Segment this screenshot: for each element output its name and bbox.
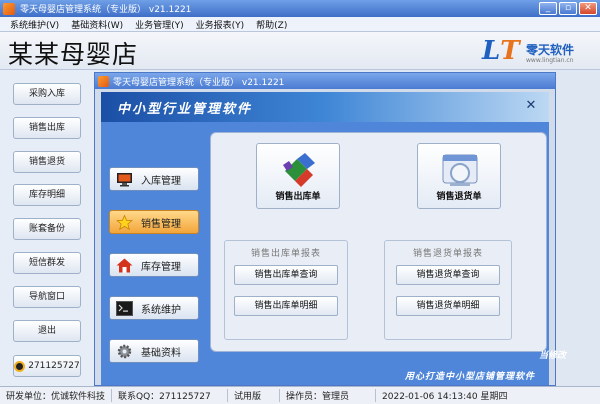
status-bar: 研发单位：优诚软件科技 联系QQ：271125727 试用版 操作员：管理员 2… — [0, 386, 600, 404]
sidebar-item-backup[interactable]: 账套备份 — [13, 218, 81, 240]
logo-brand: 零天软件 — [526, 43, 575, 57]
sales-return-order-label: 销售退货单 — [436, 192, 482, 202]
nav-inventory[interactable]: 库存管理 — [109, 253, 199, 277]
terminal-icon — [116, 300, 133, 316]
close-button[interactable]: ✕ — [579, 2, 597, 15]
qq-number: 271125727 — [28, 361, 80, 371]
house-icon — [116, 258, 133, 272]
minimize-button[interactable]: _ — [539, 2, 557, 15]
banner-slogan: 中小型行业管理软件 — [117, 102, 253, 117]
menu-bar: 系统维护(V) 基础资料(W) 业务管理(Y) 业务报表(Y) 帮助(Z) — [0, 17, 600, 32]
menu-item-reports[interactable]: 业务报表(Y) — [196, 18, 245, 31]
sales-order-query-button[interactable]: 销售出库单查询 — [234, 265, 338, 285]
title-bar: 零天母婴店管理系统（专业版） v21.1221 _ ▫ ✕ — [0, 0, 600, 17]
menu-item-system[interactable]: 系统维护(V) — [10, 18, 59, 31]
monitor-icon — [117, 172, 132, 186]
menu-item-basic-data[interactable]: 基础资料(W) — [71, 18, 123, 31]
gear-icon — [117, 344, 132, 358]
window-return-icon — [442, 154, 478, 186]
sidebar-item-nav-window[interactable]: 导航窗口 — [13, 286, 81, 308]
sidebar-item-sales-return[interactable]: 销售退货 — [13, 151, 81, 173]
sidebar-item-sms[interactable]: 短信群发 — [13, 252, 81, 274]
inner-title-bar: 零天母婴店管理系统（专业版） v21.1221 — [95, 73, 555, 89]
corner-text: 当修改 — [539, 351, 567, 361]
sales-order-label: 销售出库单 — [275, 192, 321, 202]
main-area: 入库管理 销售管理 库存管理 系统维护 基础资料 销售出库单 销售退货单 销售出… — [101, 122, 566, 385]
sales-order-detail-button[interactable]: 销售出库单明细 — [234, 296, 338, 316]
sidebar-item-sales-out[interactable]: 销售出库 — [13, 117, 81, 139]
sales-return-order-button[interactable]: 销售退货单 — [417, 143, 501, 209]
status-contact: 联系QQ：271125727 — [112, 389, 229, 402]
store-name: 某某母婴店 — [8, 40, 139, 69]
sidebar-item-exit[interactable]: 退出 — [13, 320, 81, 342]
navigation-window: 零天母婴店管理系统（专业版） v21.1221 中小型行业管理软件 ✕ 入库管理… — [94, 72, 566, 386]
app-icon — [3, 2, 15, 15]
menu-item-business[interactable]: 业务管理(Y) — [135, 18, 184, 31]
star-icon — [116, 214, 133, 230]
sales-return-report-group: 销售退货单报表 销售退货单查询 销售退货单明细 — [384, 240, 512, 340]
sales-order-report-title: 销售出库单报表 — [250, 249, 321, 259]
nav-system[interactable]: 系统维护 — [109, 296, 199, 320]
sidebar-item-purchase-in[interactable]: 采购入库 — [13, 83, 81, 105]
close-icon[interactable]: ✕ — [523, 98, 539, 114]
sales-order-button[interactable]: 销售出库单 — [256, 143, 340, 209]
banner: 中小型行业管理软件 ✕ — [101, 92, 549, 122]
logo-mark: LT — [482, 36, 520, 66]
qq-icon — [14, 360, 26, 372]
inner-window-title: 零天母婴店管理系统（专业版） v21.1221 — [113, 77, 285, 88]
window-title: 零天母婴店管理系统（专业版） v21.1221 — [20, 5, 192, 15]
nav-basic-data[interactable]: 基础资料 — [109, 339, 199, 363]
header: 某某母婴店 LT 零天软件 www.lingtian.cn — [0, 32, 600, 70]
status-edition: 试用版 — [228, 389, 281, 402]
sidebar-item-stock-detail[interactable]: 库存明细 — [13, 184, 81, 206]
nav-sales-label: 销售管理 — [141, 218, 181, 230]
maximize-button[interactable]: ▫ — [559, 2, 577, 15]
nav-sales[interactable]: 销售管理 — [109, 210, 199, 234]
logo-url: www.lingtian.cn — [526, 57, 574, 64]
menu-item-help[interactable]: 帮助(Z) — [256, 18, 287, 31]
nav-inbound[interactable]: 入库管理 — [109, 167, 199, 191]
puzzle-icon — [283, 153, 315, 187]
footer-slogan: 用心打造中小型店铺管理软件 — [404, 372, 535, 382]
sales-panel: 销售出库单 销售退货单 销售出库单报表 销售出库单查询 销售出库单明细 销售退货… — [210, 132, 547, 352]
nav-basic-data-label: 基础资料 — [141, 347, 181, 359]
brand-logo: LT 零天软件 www.lingtian.cn — [482, 36, 594, 66]
inner-app-icon — [98, 75, 109, 87]
sales-order-report-group: 销售出库单报表 销售出库单查询 销售出库单明细 — [224, 240, 348, 340]
nav-inbound-label: 入库管理 — [141, 175, 181, 187]
nav-inventory-label: 库存管理 — [141, 261, 181, 273]
status-datetime: 2022-01-06 14:13:40 星期四 — [382, 392, 508, 402]
sidebar: 采购入库 销售出库 销售退货 库存明细 账套备份 短信群发 导航窗口 退出 27… — [0, 70, 100, 386]
status-developer: 研发单位：优诚软件科技 — [0, 389, 113, 402]
window-controls: _ ▫ ✕ — [539, 2, 597, 15]
sales-return-report-title: 销售退货单报表 — [412, 249, 483, 259]
status-operator: 操作员：管理员 — [280, 389, 377, 402]
nav-system-label: 系统维护 — [141, 304, 181, 316]
sales-return-query-button[interactable]: 销售退货单查询 — [396, 265, 500, 285]
qq-contact-button[interactable]: 271125727 — [13, 355, 81, 377]
sales-return-detail-button[interactable]: 销售退货单明细 — [396, 296, 500, 316]
